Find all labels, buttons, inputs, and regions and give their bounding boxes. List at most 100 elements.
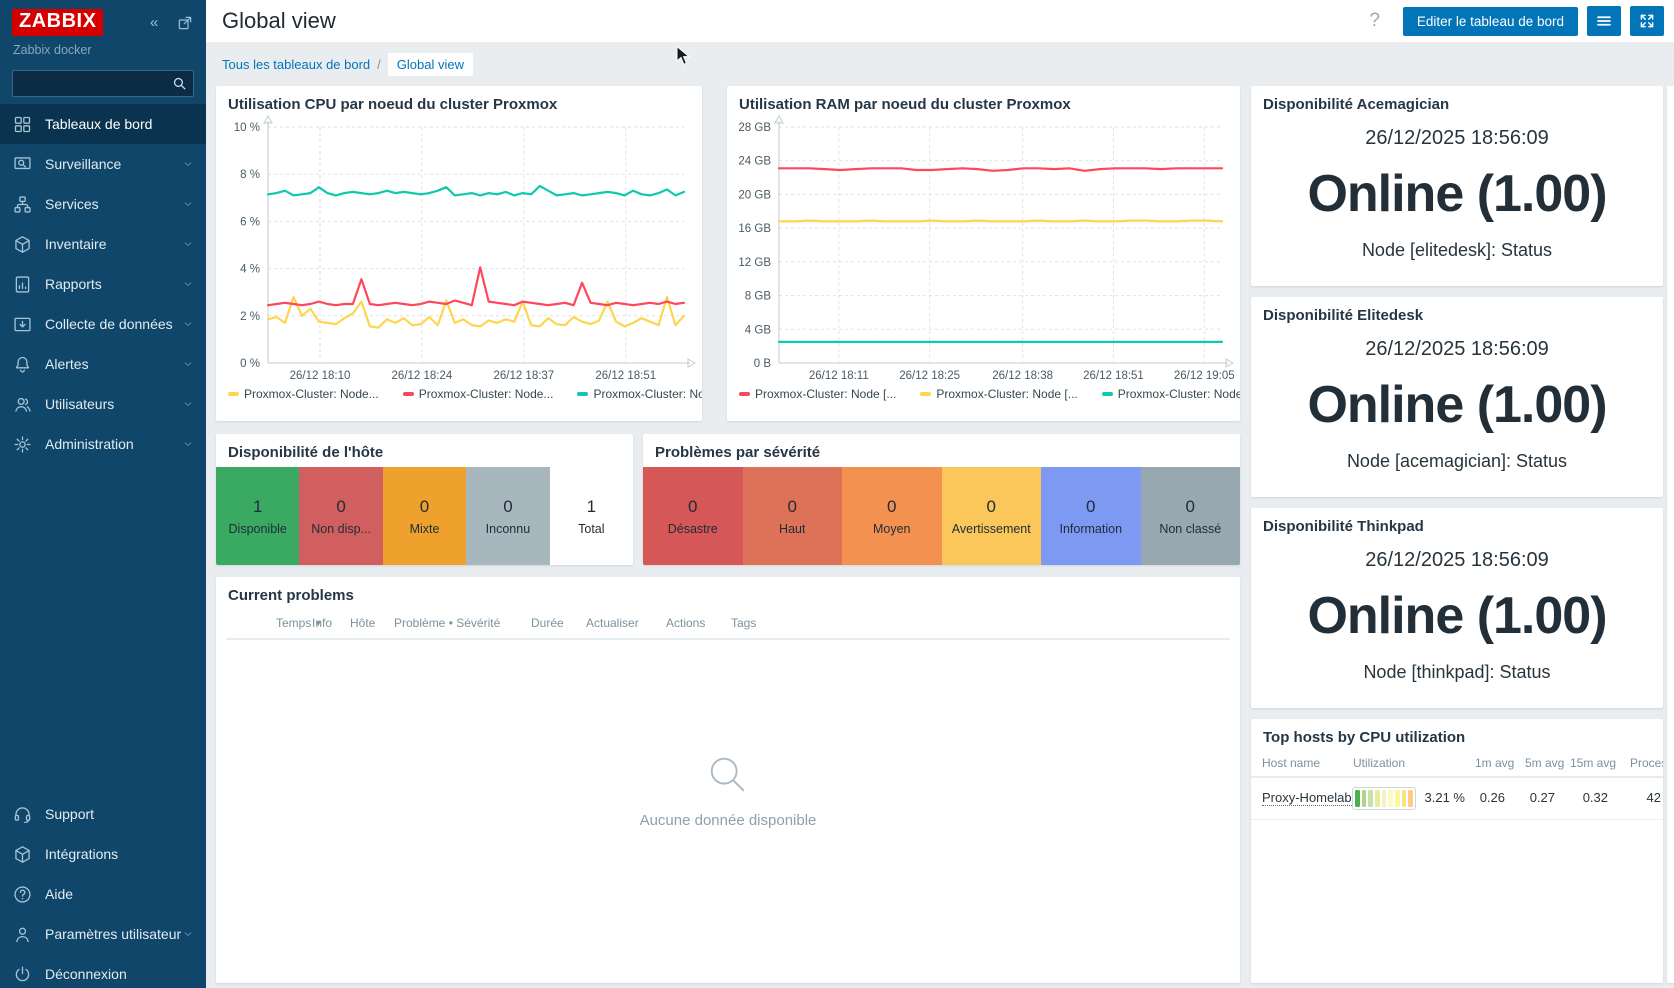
- widget-title: Utilisation CPU par noeud du cluster Pro…: [216, 86, 702, 115]
- sidebar-item-label: Services: [45, 196, 99, 212]
- card-status: Online (1.00): [1307, 586, 1606, 646]
- sidebar-item-users[interactable]: Utilisateurs: [0, 384, 206, 424]
- legend-color-swatch: [739, 392, 750, 396]
- legend-color-swatch: [228, 392, 239, 396]
- edit-dashboard-button[interactable]: Editer le tableau de bord: [1403, 7, 1578, 36]
- problems-column-5[interactable]: Durée: [531, 616, 564, 630]
- empty-state-text: Aucune donnée disponible: [640, 812, 817, 829]
- cell-label: Mixte: [410, 522, 440, 536]
- legend-color-swatch: [577, 392, 588, 396]
- next-column-widget-edge: [1667, 86, 1674, 983]
- sidebar-item-data-collection[interactable]: Collecte de données: [0, 304, 206, 344]
- svg-text:8 %: 8 %: [240, 169, 260, 181]
- sidebar-item-services[interactable]: Services: [0, 184, 206, 224]
- svg-text:4 GB: 4 GB: [745, 324, 772, 336]
- sidebar-item-inventory[interactable]: Inventaire: [0, 224, 206, 264]
- severity-cell-non-classe[interactable]: 0Non classé: [1141, 467, 1241, 565]
- problems-column-6[interactable]: Actualiser: [586, 616, 639, 630]
- legend-label: Proxmox-Cluster: Node [...: [1118, 387, 1240, 401]
- topbar: Global view ? Editer le tableau de bord: [206, 0, 1674, 42]
- severity-cell-avertissement[interactable]: 0Avertissement: [942, 467, 1042, 565]
- host-availability-cell-mixte[interactable]: 0Mixte: [383, 467, 466, 565]
- sidebar-item-label: Alertes: [45, 356, 89, 372]
- utilization-segment: [1388, 790, 1393, 807]
- sidebar: ZABBIX « Zabbix docker Tableaux de bordS…: [0, 0, 206, 988]
- card-item-label: Node [elitedesk]: Status: [1362, 240, 1552, 261]
- svg-text:26/12 18:10: 26/12 18:10: [290, 370, 351, 382]
- sidebar-item-support[interactable]: Support: [0, 794, 206, 834]
- sidebar-item-label: Collecte de données: [45, 316, 173, 332]
- fullscreen-button[interactable]: [1630, 6, 1664, 36]
- hamburger-icon: [1595, 12, 1613, 30]
- legend-item[interactable]: Proxmox-Cluster: Node [...: [739, 387, 896, 401]
- top-hosts-column-6: Proces: [1630, 756, 1663, 770]
- severity-cell-desastre[interactable]: 0Désastre: [643, 467, 743, 565]
- zabbix-logo[interactable]: ZABBIX: [12, 9, 103, 36]
- legend-item[interactable]: Proxmox-Cluster: Node...: [403, 387, 554, 401]
- host-availability-cell-inconnu[interactable]: 0Inconnu: [466, 467, 549, 565]
- chevron-down-icon: [182, 238, 194, 250]
- host-availability-cell-total[interactable]: 1Total: [550, 467, 633, 565]
- breadcrumb-all-dashboards-link[interactable]: Tous les tableaux de bord: [222, 57, 370, 72]
- card-item-label: Node [acemagician]: Status: [1347, 451, 1567, 472]
- sidebar-item-signout[interactable]: Déconnexion: [0, 954, 206, 988]
- legend-label: Proxmox-Cluster: Node...: [593, 387, 702, 401]
- collapse-sidebar-icon[interactable]: «: [150, 14, 168, 32]
- sidebar-item-help[interactable]: Aide: [0, 874, 206, 914]
- help-icon[interactable]: ?: [1355, 10, 1394, 32]
- svg-text:0 %: 0 %: [240, 358, 260, 370]
- signout-icon: [12, 964, 33, 985]
- legend-item[interactable]: Proxmox-Cluster: Node [...: [920, 387, 1077, 401]
- problems-column-3[interactable]: Hôte: [350, 616, 375, 630]
- breadcrumb-current[interactable]: Global view: [388, 53, 473, 76]
- legend-item[interactable]: Proxmox-Cluster: Node [...: [1102, 387, 1240, 401]
- problems-column-7[interactable]: Actions: [666, 616, 705, 630]
- chevron-down-icon: [182, 358, 194, 370]
- sidebar-item-label: Inventaire: [45, 236, 106, 252]
- utilization-percent: 3.21 %: [1409, 790, 1465, 805]
- sidebar-item-user-settings[interactable]: Paramètres utilisateur: [0, 914, 206, 954]
- search-input[interactable]: [12, 70, 194, 97]
- sidebar-item-reports[interactable]: Rapports: [0, 264, 206, 304]
- problems-column-4[interactable]: Problème • Sévérité: [394, 616, 500, 630]
- host-availability-cell-disponible[interactable]: 1Disponible: [216, 467, 299, 565]
- cell-label: Désastre: [668, 522, 718, 536]
- legend-item[interactable]: Proxmox-Cluster: Node...: [228, 387, 379, 401]
- hide-sidebar-icon[interactable]: [176, 14, 194, 32]
- sidebar-item-administration[interactable]: Administration: [0, 424, 206, 464]
- problems-by-severity-widget: Problèmes par sévérité 0Désastre0Haut0Mo…: [643, 434, 1240, 565]
- svg-text:26/12 18:11: 26/12 18:11: [809, 370, 869, 382]
- sidebar-item-dashboard[interactable]: Tableaux de bord: [0, 104, 206, 144]
- dashboard-icon: [12, 114, 33, 135]
- widget-title: Disponibilité Acemagician: [1251, 86, 1663, 115]
- cpu-chart-canvas[interactable]: 0 %2 %4 %6 %8 %10 %26/12 18:1026/12 18:2…: [222, 115, 696, 387]
- ram-chart-canvas[interactable]: 0 B4 GB8 GB12 GB16 GB20 GB24 GB28 GB26/1…: [733, 115, 1234, 387]
- legend-label: Proxmox-Cluster: Node [...: [755, 387, 896, 401]
- widget-title: Disponibilité de l'hôte: [216, 434, 633, 463]
- services-icon: [12, 194, 33, 215]
- widget-title: Top hosts by CPU utilization: [1251, 719, 1663, 748]
- severity-cell-information[interactable]: 0Information: [1041, 467, 1141, 565]
- dashboard-menu-button[interactable]: [1587, 6, 1621, 36]
- alerts-icon: [12, 354, 33, 375]
- availability-card-2: Disponibilité Elitedesk26/12/2025 18:56:…: [1251, 297, 1663, 497]
- host-availability-cell-non-disponible[interactable]: 0Non disp...: [299, 467, 382, 565]
- severity-cell-moyen[interactable]: 0Moyen: [842, 467, 942, 565]
- zabbix-dashboard: ZABBIX « Zabbix docker Tableaux de bordS…: [0, 0, 1674, 988]
- sidebar-item-monitoring[interactable]: Surveillance: [0, 144, 206, 184]
- search-icon[interactable]: [171, 75, 188, 92]
- problems-column-2[interactable]: Info: [312, 616, 332, 630]
- utilization-bar: [1352, 787, 1416, 810]
- chevron-down-icon: [182, 928, 194, 940]
- host-link[interactable]: Proxy-Homelab: [1262, 790, 1352, 806]
- severity-cell-haut[interactable]: 0Haut: [743, 467, 843, 565]
- cell-label: Non disp...: [311, 522, 371, 536]
- legend-item[interactable]: Proxmox-Cluster: Node...: [577, 387, 702, 401]
- problems-column-8[interactable]: Tags: [731, 616, 756, 630]
- legend-color-swatch: [403, 392, 414, 396]
- svg-text:26/12 18:24: 26/12 18:24: [392, 370, 453, 382]
- sidebar-item-integrations[interactable]: Intégrations: [0, 834, 206, 874]
- availability-card-1: Disponibilité Acemagician26/12/2025 18:5…: [1251, 86, 1663, 286]
- sidebar-item-alerts[interactable]: Alertes: [0, 344, 206, 384]
- sidebar-item-label: Utilisateurs: [45, 396, 114, 412]
